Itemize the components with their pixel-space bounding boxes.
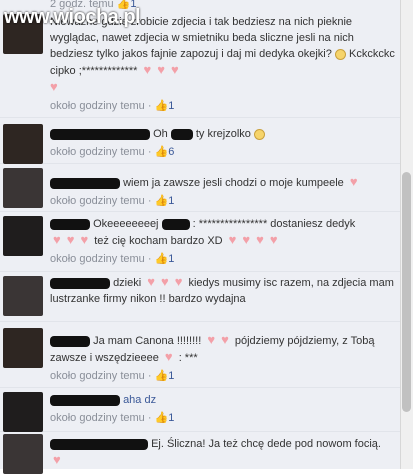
heart-icon: ♥	[349, 174, 358, 189]
heart-icon: ♥	[50, 79, 58, 94]
heart-icon: ♥	[160, 274, 169, 289]
author-name[interactable]	[50, 394, 120, 406]
author-name[interactable]	[50, 218, 90, 230]
avatar[interactable]	[3, 392, 43, 432]
heart-icon: ♥	[207, 332, 216, 347]
like-count[interactable]: 👍1	[155, 412, 175, 424]
timestamp[interactable]: około godziny temu	[50, 195, 145, 207]
like-count[interactable]: 👍1	[155, 253, 175, 265]
timestamp[interactable]: około godziny temu	[50, 100, 145, 112]
timestamp[interactable]: około godziny temu	[50, 412, 145, 424]
comment: Okeeeeeeeej : **************** dostanies…	[0, 212, 400, 272]
author-name[interactable]	[50, 335, 90, 347]
comment-text: : ***	[178, 352, 198, 364]
timestamp[interactable]: około godziny temu	[50, 253, 145, 265]
avatar[interactable]	[3, 276, 43, 316]
heart-icon: ♥	[147, 274, 155, 289]
heart-icon: ♥	[174, 274, 183, 289]
comment: wiem ja zawsze jesli chodzi o moje kumpe…	[0, 164, 400, 212]
heart-icon: ♥	[242, 232, 251, 247]
timestamp[interactable]: około godziny temu	[50, 146, 145, 158]
comment: dzieki ♥ ♥ ♥ kiedys musimy isc razem, na z…	[0, 272, 400, 322]
comment-text: Ja mam Canona !!!!!!!!	[93, 335, 202, 347]
avatar[interactable]	[3, 216, 43, 256]
heart-icon: ♥	[66, 232, 75, 247]
comment: Ej. Śliczna! Ja też chcę dede pod nowom …	[0, 432, 400, 474]
comment: Ja mam Canona !!!!!!!! ♥ ♥ pójdziemy pójd…	[0, 322, 400, 388]
comment-text: dzieki	[113, 277, 142, 289]
heart-icon: ♥	[157, 62, 165, 77]
heart-icon: ♥	[53, 452, 61, 467]
timestamp[interactable]: około godziny temu	[50, 370, 145, 382]
like-count[interactable]: 👍1	[155, 100, 175, 112]
comment-text: ty krejzolko	[195, 128, 251, 140]
author-name[interactable]	[50, 438, 148, 450]
avatar[interactable]	[3, 168, 43, 208]
heart-icon: ♥	[164, 349, 173, 364]
comment-text: też cię kocham bardzo XD	[94, 235, 223, 247]
avatar[interactable]	[3, 124, 43, 164]
avatar[interactable]	[3, 328, 43, 368]
watermark: www.wiocha.pl	[4, 6, 141, 28]
like-count[interactable]: 👍1	[155, 370, 175, 382]
comment: aha dz około godziny temu · 👍1	[0, 388, 400, 432]
smiley-icon	[253, 128, 265, 140]
comment-text: Okeeeeeeeej	[93, 218, 159, 230]
author-name[interactable]	[50, 128, 150, 140]
comments-feed: 2 godz. temu 👍1 Niewazne gdzie zrobicie …	[0, 0, 400, 474]
comment-text: : **************** dostaniesz dedyk	[192, 218, 356, 230]
heart-icon: ♥	[80, 232, 89, 247]
heart-icon: ♥	[256, 232, 264, 247]
comment-text: wiem ja zawsze jesli chodzi o moje kumpe…	[123, 177, 344, 189]
heart-icon: ♥	[143, 62, 152, 77]
author-name[interactable]	[50, 277, 110, 289]
heart-icon: ♥	[228, 232, 237, 247]
heart-icon: ♥	[221, 332, 229, 347]
comment-text: Oh	[153, 128, 168, 140]
heart-icon: ♥	[53, 232, 61, 247]
scrollbar-thumb[interactable]	[402, 172, 411, 412]
smiley-icon	[334, 48, 346, 60]
heart-icon: ♥	[269, 232, 278, 247]
comment-text: aha dz	[123, 394, 157, 406]
avatar[interactable]	[3, 434, 43, 474]
comment-text: Ej. Śliczna! Ja też chcę dede pod nowom …	[151, 438, 381, 450]
author-name[interactable]	[50, 177, 120, 189]
comment: Oh ty krejzolko około godziny temu · 👍6	[0, 118, 400, 164]
heart-icon: ♥	[170, 62, 179, 77]
like-count[interactable]: 👍1	[155, 195, 175, 207]
like-count[interactable]: 👍6	[155, 146, 175, 158]
